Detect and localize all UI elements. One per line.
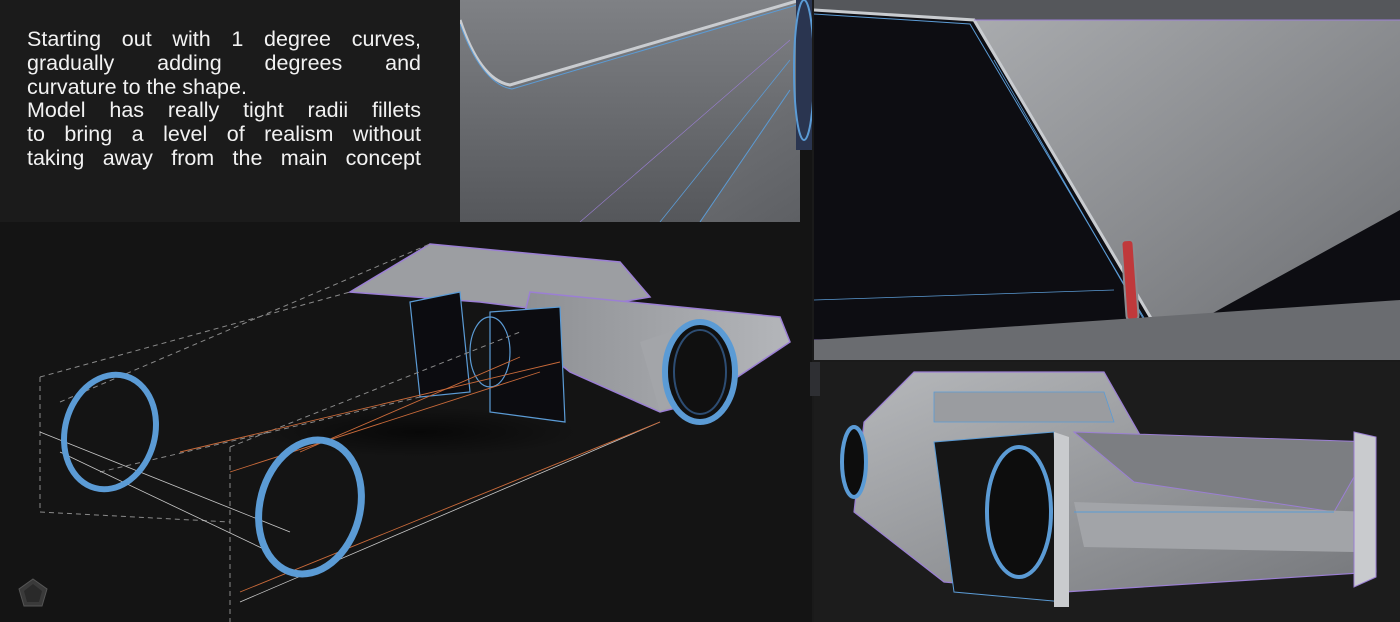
caption-line-6: taking away from the main concept	[27, 145, 421, 170]
interior-render	[814, 0, 1400, 360]
caption-line-5: to bring a level of realism without	[27, 122, 421, 147]
caption-line-4: Model has really tight radii fillets	[27, 98, 421, 123]
caption-line-1: Starting out with 1 degree curves,	[27, 27, 421, 51]
closeup-render	[460, 0, 812, 222]
caption-line-2: gradually adding degrees and	[27, 50, 421, 75]
pentastar-logo-icon	[18, 578, 48, 608]
caption-line-3: curvature to the shape.	[27, 74, 247, 99]
caption-text: Starting out with 1 degree curves, gradu…	[27, 27, 421, 171]
wireframe-render	[0, 222, 812, 622]
caption-panel: Starting out with 1 degree curves, gradu…	[0, 0, 460, 222]
viewport-tab	[810, 362, 820, 396]
rear-render	[814, 362, 1400, 622]
